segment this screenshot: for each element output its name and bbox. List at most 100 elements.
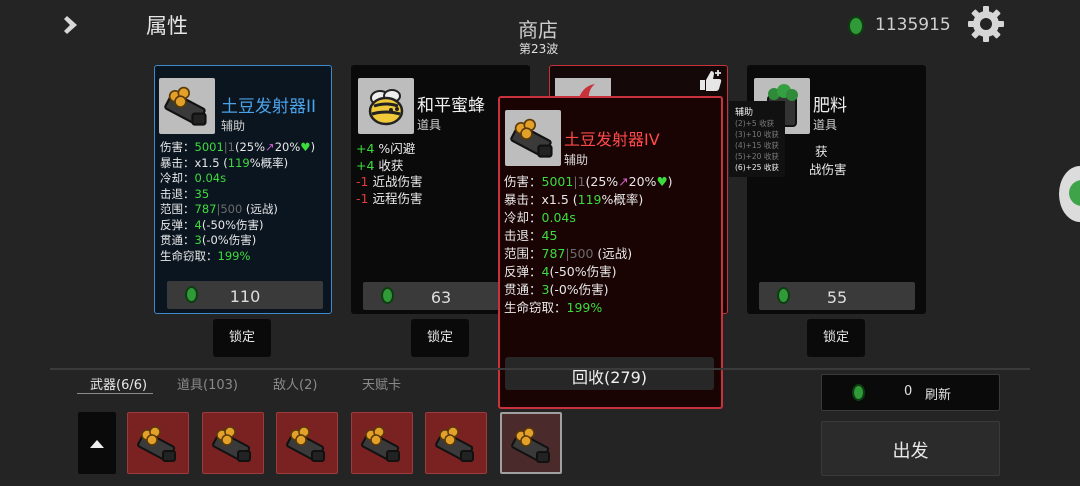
card-type: 道具 bbox=[417, 118, 442, 132]
effect-text: 近战伤害 bbox=[368, 174, 423, 189]
weapon-slot[interactable] bbox=[499, 412, 562, 474]
lock-button[interactable]: 锁定 bbox=[807, 319, 865, 357]
lock-button[interactable]: 锁定 bbox=[213, 319, 271, 357]
stat-value: 787 bbox=[541, 246, 566, 261]
effect-row: -1 远程伤害 bbox=[356, 191, 422, 208]
weapon-slot[interactable] bbox=[201, 412, 264, 474]
weapon-slot[interactable] bbox=[127, 412, 189, 474]
price-box: 63 bbox=[363, 282, 519, 310]
popup-item-name: 土豆发射器IV bbox=[564, 130, 660, 149]
effect-text: 远程伤害 bbox=[368, 190, 423, 206]
stat-value: 500 bbox=[569, 246, 594, 261]
go-button[interactable]: 出发 bbox=[821, 421, 1000, 476]
stat-value: 35 bbox=[194, 186, 210, 201]
card-name: 土豆发射器II bbox=[221, 97, 317, 117]
card-effect-partial: 获 bbox=[815, 144, 828, 159]
weapon-slot[interactable] bbox=[350, 412, 413, 474]
stat-label: 冷却： bbox=[160, 171, 195, 185]
stat-value: ♥ bbox=[656, 174, 668, 189]
go-label: 出发 bbox=[892, 441, 929, 462]
stat-row: 击退：45 bbox=[504, 227, 673, 245]
coin-count: 1135915 bbox=[875, 15, 951, 35]
stat-value: ↗ bbox=[265, 140, 275, 154]
stat-row: 反弹：4(-50%伤害) bbox=[160, 218, 315, 234]
refresh-button[interactable]: 0 刷新 bbox=[821, 374, 1000, 411]
stat-label: 伤害： bbox=[504, 174, 542, 189]
stat-label: 贯通： bbox=[160, 233, 195, 247]
set-bonus-title: 辅助 bbox=[735, 108, 754, 118]
stat-value: (-0%伤害) bbox=[549, 282, 609, 297]
expand-chevron-icon[interactable] bbox=[60, 13, 84, 37]
stat-label: 生命窃取： bbox=[160, 248, 218, 263]
potato-launcher-icon bbox=[137, 426, 176, 462]
tab-weapons[interactable]: 武器(6/6) bbox=[90, 374, 147, 393]
thumbs-up-icon[interactable] bbox=[696, 68, 724, 92]
recycle-button[interactable]: 回收(279) bbox=[505, 357, 714, 390]
tab-items[interactable]: 道具(103) bbox=[177, 374, 238, 393]
stat-value: 787 bbox=[194, 202, 217, 216]
potato-launcher-icon bbox=[435, 426, 474, 462]
effect-row: +4 收获 bbox=[356, 158, 422, 175]
stat-value: (远战) bbox=[242, 202, 278, 216]
tab-talents[interactable]: 天赋卡 bbox=[362, 374, 401, 393]
potato-launcher-icon bbox=[505, 110, 561, 166]
stat-label: 暴击： bbox=[504, 192, 542, 207]
stat-value: 1 bbox=[227, 140, 235, 154]
tab-weapons-underline bbox=[77, 393, 153, 394]
stat-row: 击退：35 bbox=[160, 187, 315, 203]
stat-value: (-50%伤害) bbox=[201, 217, 264, 232]
stat-value: x1.5 ( bbox=[541, 192, 578, 207]
stat-row: 范围：787|500 (远战) bbox=[504, 245, 673, 263]
attributes-tab-title[interactable]: 属性 bbox=[146, 10, 188, 40]
lock-button[interactable]: 锁定 bbox=[411, 319, 469, 357]
popup-item-type: 辅助 bbox=[564, 153, 589, 167]
card-stats: 伤害：5001|1(25%↗20%♥) 暴击：x1.5 (119%概率) 冷却：0.… bbox=[160, 140, 315, 264]
stat-row: 伤害：5001|1(25%↗20%♥) bbox=[160, 140, 315, 156]
stat-row: 反弹：4(-50%伤害) bbox=[504, 263, 673, 281]
stat-value: 199% bbox=[217, 248, 251, 263]
effect-value: -1 bbox=[356, 174, 369, 189]
tab-enemies[interactable]: 敌人(2) bbox=[273, 374, 317, 393]
set-bonus-line: (2)+5 收获 bbox=[735, 119, 775, 128]
effect-row: -1 近战伤害 bbox=[356, 174, 422, 191]
stat-label: 反弹： bbox=[160, 217, 195, 232]
stat-label: 冷却： bbox=[504, 210, 542, 225]
card-name: 肥料 bbox=[813, 96, 847, 116]
stat-value: 5001 bbox=[194, 140, 224, 154]
stat-row: 范围：787|500 (远战) bbox=[160, 202, 315, 218]
shop-card-potato-launcher-2[interactable]: 土豆发射器II 辅助 伤害：5001|1(25%↗20%♥) 暴击：x1.5 (1… bbox=[154, 65, 332, 314]
stat-row: 冷却：0.04s bbox=[504, 209, 673, 227]
stat-value: 119 bbox=[577, 192, 602, 207]
stat-label: 贯通： bbox=[504, 282, 542, 297]
effect-row: +4 %闪避 bbox=[356, 141, 422, 158]
shop-title: 商店 bbox=[518, 18, 558, 42]
potato-launcher-icon bbox=[159, 78, 215, 134]
refresh-label: 刷新 bbox=[925, 388, 952, 403]
set-bonus-line: (6)+25 收获 bbox=[735, 163, 779, 172]
bee-icon bbox=[358, 78, 414, 134]
stat-label: 反弹： bbox=[504, 264, 542, 279]
effect-value: +4 bbox=[356, 157, 375, 173]
stat-value: ) bbox=[667, 174, 673, 189]
stat-value: 119 bbox=[227, 155, 250, 170]
stat-row: 暴击：x1.5 (119%概率) bbox=[160, 156, 315, 172]
weapon-slot[interactable] bbox=[425, 412, 487, 474]
side-green-button[interactable] bbox=[1059, 166, 1080, 222]
coin-icon bbox=[852, 384, 865, 401]
stat-row: 生命窃取：199% bbox=[504, 299, 673, 317]
stat-row: 暴击：x1.5 (119%概率) bbox=[504, 191, 673, 209]
collapse-up-button[interactable] bbox=[78, 412, 116, 474]
stat-value: ↗ bbox=[618, 174, 629, 189]
card-name: 和平蜜蜂 bbox=[417, 96, 485, 116]
price-value: 110 bbox=[229, 287, 261, 306]
stat-value: (25% bbox=[234, 140, 266, 154]
stat-value: 199% bbox=[566, 300, 603, 315]
stat-value: (远战) bbox=[593, 246, 633, 261]
stat-value: (-0%伤害) bbox=[201, 233, 257, 247]
stat-value: 500 bbox=[220, 202, 243, 216]
gear-icon[interactable] bbox=[966, 4, 1006, 44]
set-bonus-line: (4)+15 收获 bbox=[735, 141, 779, 150]
stat-value: (25% bbox=[585, 174, 619, 189]
weapon-slot[interactable] bbox=[276, 412, 338, 474]
stat-value: %概率) bbox=[601, 192, 644, 207]
